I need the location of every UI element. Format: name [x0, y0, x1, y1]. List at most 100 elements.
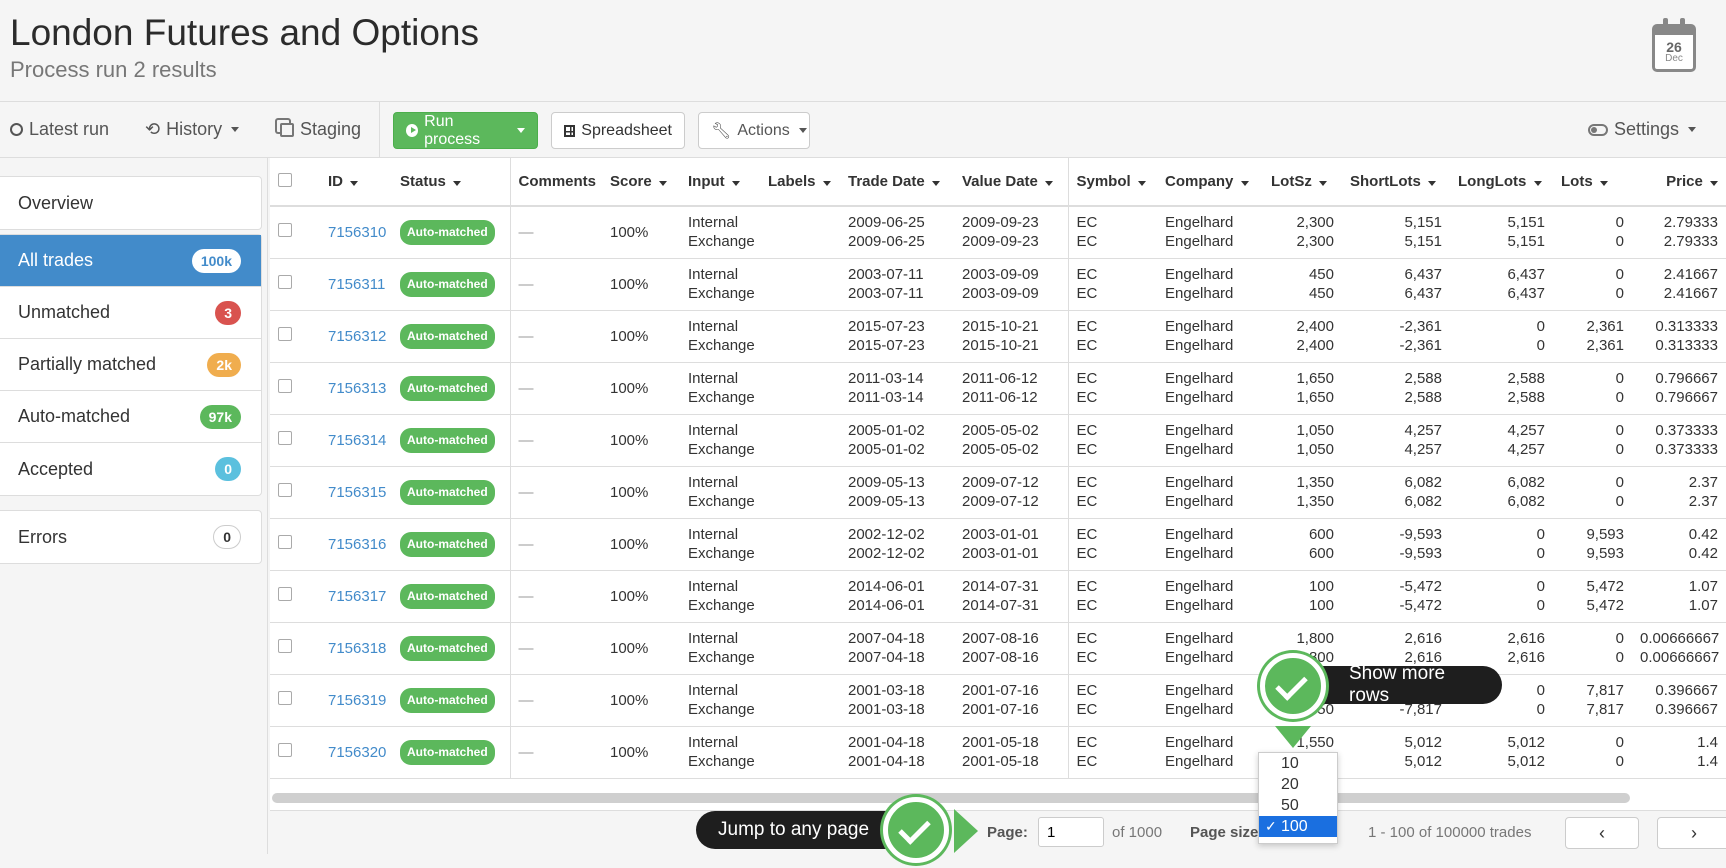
- column-header-status[interactable]: Status: [392, 158, 511, 207]
- trade-id-link[interactable]: 7156317: [328, 588, 386, 605]
- cell-id[interactable]: 7156310: [320, 206, 392, 259]
- column-header-id[interactable]: ID: [320, 158, 392, 207]
- trade-id-link[interactable]: 7156316: [328, 536, 386, 553]
- cell-id[interactable]: 7156311: [320, 258, 392, 311]
- cell-comments[interactable]: —: [510, 622, 602, 675]
- row-checkbox[interactable]: [278, 586, 292, 601]
- cell-labels[interactable]: [760, 310, 840, 363]
- table-row[interactable]: 7156313 Auto-matched —100% Internal Exchange…: [270, 362, 1726, 415]
- table-row[interactable]: 7156318 Auto-matched —100% Internal Exchange…: [270, 622, 1726, 675]
- cell-comments[interactable]: —: [510, 414, 602, 467]
- cell-labels[interactable]: [760, 518, 840, 571]
- page-size-option[interactable]: 50: [1259, 795, 1337, 816]
- column-header-price[interactable]: Price: [1632, 158, 1726, 207]
- table-row[interactable]: 7156314 Auto-matched —100% Internal Exchange…: [270, 414, 1726, 467]
- next-page-button[interactable]: ›: [1657, 817, 1726, 849]
- row-checkbox[interactable]: [278, 690, 292, 705]
- trades-table-wrapper[interactable]: ID Status Comments Score Input Labels Tr…: [270, 158, 1726, 786]
- trade-id-link[interactable]: 7156319: [328, 692, 386, 709]
- column-header-comments[interactable]: Comments: [510, 158, 602, 207]
- table-row[interactable]: 7156319 Auto-matched —100% Internal Exchange…: [270, 674, 1726, 727]
- column-header-lotsz[interactable]: LotSz: [1263, 158, 1342, 207]
- sidebar-item-unmatched[interactable]: Unmatched 3: [0, 287, 261, 339]
- horizontal-scrollbar[interactable]: [272, 793, 1630, 803]
- trade-id-link[interactable]: 7156318: [328, 640, 386, 657]
- page-size-option-selected[interactable]: ✓ 100: [1259, 816, 1337, 837]
- table-row[interactable]: 7156311 Auto-matched —100% Internal Exchange…: [270, 258, 1726, 311]
- cell-comments[interactable]: —: [510, 674, 602, 727]
- table-row[interactable]: 7156320 Auto-matched —100% Internal Exchange…: [270, 726, 1726, 779]
- cell-labels[interactable]: [760, 206, 840, 259]
- column-header-value-date[interactable]: Value Date: [954, 158, 1069, 207]
- trade-id-link[interactable]: 7156313: [328, 380, 386, 397]
- cell-id[interactable]: 7156320: [320, 726, 392, 779]
- column-header-longlots[interactable]: LongLots: [1450, 158, 1553, 207]
- row-checkbox[interactable]: [278, 742, 292, 757]
- staging-link[interactable]: Staging: [276, 119, 361, 140]
- cell-id[interactable]: 7156319: [320, 674, 392, 727]
- cell-labels[interactable]: [760, 414, 840, 467]
- previous-page-button[interactable]: ‹: [1565, 817, 1639, 849]
- cell-comments[interactable]: —: [510, 362, 602, 415]
- sidebar-item-all-trades[interactable]: All trades 100k: [0, 235, 261, 287]
- sidebar-item-partially-matched[interactable]: Partially matched 2k: [0, 339, 261, 391]
- column-header-trade-date[interactable]: Trade Date: [840, 158, 954, 207]
- page-size-option[interactable]: 10: [1259, 753, 1337, 774]
- column-header-input[interactable]: Input: [680, 158, 760, 207]
- cell-labels[interactable]: [760, 570, 840, 623]
- row-checkbox[interactable]: [278, 274, 292, 289]
- sidebar-item-auto-matched[interactable]: Auto-matched 97k: [0, 391, 261, 443]
- sidebar-item-overview[interactable]: Overview: [0, 177, 261, 229]
- calendar-icon[interactable]: 26 Dec: [1652, 18, 1696, 72]
- trade-id-link[interactable]: 7156320: [328, 744, 386, 761]
- column-header-lots[interactable]: Lots: [1553, 158, 1632, 207]
- sidebar-item-accepted[interactable]: Accepted 0: [0, 443, 261, 495]
- latest-run-link[interactable]: Latest run: [10, 119, 109, 140]
- cell-id[interactable]: 7156312: [320, 310, 392, 363]
- cell-labels[interactable]: [760, 674, 840, 727]
- table-row[interactable]: 7156310 Auto-matched —100% Internal Exchange…: [270, 206, 1726, 259]
- cell-comments[interactable]: —: [510, 310, 602, 363]
- select-all-checkbox[interactable]: [278, 172, 292, 187]
- column-header-score[interactable]: Score: [602, 158, 680, 207]
- cell-id[interactable]: 7156317: [320, 570, 392, 623]
- cell-comments[interactable]: —: [510, 726, 602, 779]
- settings-dropdown[interactable]: Settings: [1588, 119, 1697, 140]
- cell-labels[interactable]: [760, 466, 840, 519]
- row-checkbox[interactable]: [278, 430, 292, 445]
- cell-comments[interactable]: —: [510, 518, 602, 571]
- row-checkbox[interactable]: [278, 638, 292, 653]
- table-row[interactable]: 7156312 Auto-matched —100% Internal Exchange…: [270, 310, 1726, 363]
- cell-comments[interactable]: —: [510, 258, 602, 311]
- cell-labels[interactable]: [760, 258, 840, 311]
- column-header-company[interactable]: Company: [1157, 158, 1263, 207]
- cell-comments[interactable]: —: [510, 466, 602, 519]
- column-header-labels[interactable]: Labels: [760, 158, 840, 207]
- row-checkbox[interactable]: [278, 482, 292, 497]
- spreadsheet-button[interactable]: Spreadsheet: [551, 112, 685, 149]
- page-number-input[interactable]: [1038, 817, 1104, 847]
- cell-id[interactable]: 7156318: [320, 622, 392, 675]
- cell-id[interactable]: 7156316: [320, 518, 392, 571]
- cell-comments[interactable]: —: [510, 570, 602, 623]
- table-row[interactable]: 7156315 Auto-matched —100% Internal Exchange…: [270, 466, 1726, 519]
- trade-id-link[interactable]: 7156315: [328, 484, 386, 501]
- table-row[interactable]: 7156316 Auto-matched —100% Internal Exchange…: [270, 518, 1726, 571]
- cell-labels[interactable]: [760, 726, 840, 779]
- cell-comments[interactable]: —: [510, 206, 602, 259]
- row-checkbox[interactable]: [278, 222, 292, 237]
- sidebar-item-errors[interactable]: Errors 0: [0, 511, 261, 563]
- column-header-shortlots[interactable]: ShortLots: [1342, 158, 1450, 207]
- actions-dropdown[interactable]: 🔧︎ Actions: [698, 112, 810, 149]
- trade-id-link[interactable]: 7156310: [328, 224, 386, 241]
- column-header-symbol[interactable]: Symbol: [1068, 158, 1157, 207]
- run-process-button[interactable]: Run process: [393, 112, 538, 149]
- trade-id-link[interactable]: 7156311: [328, 276, 385, 293]
- trade-id-link[interactable]: 7156312: [328, 328, 386, 345]
- cell-labels[interactable]: [760, 362, 840, 415]
- table-row[interactable]: 7156317 Auto-matched —100% Internal Exchange…: [270, 570, 1726, 623]
- page-size-option[interactable]: 20: [1259, 774, 1337, 795]
- cell-id[interactable]: 7156314: [320, 414, 392, 467]
- row-checkbox[interactable]: [278, 378, 292, 393]
- cell-id[interactable]: 7156313: [320, 362, 392, 415]
